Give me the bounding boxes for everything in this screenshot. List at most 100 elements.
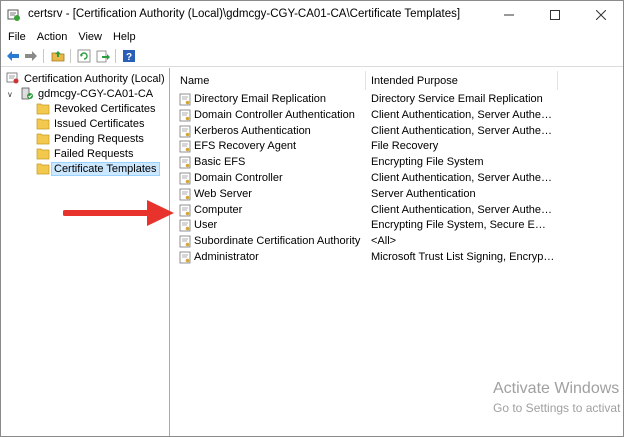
template-purpose: Server Authentication: [371, 187, 476, 200]
list-item[interactable]: Domain Controller Client Authentication,…: [173, 171, 623, 187]
column-divider[interactable]: [557, 71, 558, 90]
template-name: EFS Recovery Agent: [194, 140, 297, 153]
menu-help[interactable]: Help: [112, 31, 137, 43]
certificate-template-icon: [179, 156, 191, 169]
template-name: Web Server: [194, 187, 252, 200]
list-item[interactable]: Kerberos Authentication Client Authentic…: [173, 124, 623, 140]
template-name: Basic EFS: [194, 156, 246, 169]
red-arrow-annotation: [63, 200, 174, 226]
template-purpose: Client Authentication, Server Authentic.…: [371, 124, 555, 137]
tree-item-label: Certification Authority (Local): [24, 72, 165, 85]
tree-item-ca[interactable]: gdmcgy-CGY-CA01-CA: [20, 86, 153, 101]
menu-file[interactable]: File: [7, 31, 27, 43]
help-icon: ?: [123, 50, 135, 63]
template-purpose: Encrypting File System, Secure Email, Cl…: [371, 219, 555, 232]
column-header-intended-purpose[interactable]: Intended Purpose: [371, 71, 458, 90]
back-arrow-icon: [7, 51, 19, 61]
certificate-template-icon: [179, 251, 191, 264]
certificate-template-icon: [179, 125, 191, 137]
certificate-template-icon: [179, 219, 191, 232]
toolbar-separator: [43, 49, 44, 63]
list-item[interactable]: Domain Controller Authentication Client …: [173, 108, 623, 124]
refresh-button[interactable]: [76, 48, 92, 64]
console-tree: Certification Authority (Local) ∨ gdmcgy…: [1, 68, 170, 436]
tree-item-label: Failed Requests: [54, 147, 134, 160]
tree-item-certificate-templates[interactable]: Certificate Templates: [36, 161, 160, 176]
export-list-icon: [96, 50, 110, 63]
template-name: Subordinate Certification Authority: [194, 235, 361, 248]
list-item[interactable]: Subordinate Certification Authority <All…: [173, 234, 623, 250]
export-list-button[interactable]: [95, 48, 111, 64]
minimize-button[interactable]: [487, 1, 531, 29]
close-button[interactable]: [579, 1, 623, 29]
template-name: Computer: [194, 203, 243, 216]
list-item[interactable]: User Encrypting File System, Secure Emai…: [173, 218, 623, 234]
menu-view[interactable]: View: [77, 31, 103, 43]
tree-item-failed-requests[interactable]: Failed Requests: [36, 146, 134, 161]
folder-icon: [36, 133, 50, 145]
forward-button[interactable]: [23, 48, 39, 64]
folder-icon: [36, 163, 50, 175]
template-purpose: Microsoft Trust List Signing, Encrypting…: [371, 251, 555, 263]
tree-item-root[interactable]: Certification Authority (Local): [6, 71, 165, 86]
forward-arrow-icon: [25, 51, 37, 61]
list-item[interactable]: Web Server Server Authentication: [173, 187, 623, 203]
title-bar[interactable]: certsrv - [Certification Authority (Loca…: [1, 1, 623, 29]
menu-action[interactable]: Action: [36, 31, 69, 43]
folder-icon: [36, 118, 50, 130]
window-title: certsrv - [Certification Authority (Loca…: [28, 8, 461, 20]
column-divider[interactable]: [365, 71, 366, 90]
maximize-icon: [550, 10, 560, 20]
template-purpose: Encrypting File System: [371, 156, 484, 169]
certificate-template-icon: [179, 188, 191, 201]
list-item[interactable]: EFS Recovery Agent File Recovery: [173, 139, 623, 155]
template-name: Domain Controller Authentication: [194, 108, 355, 121]
template-purpose: Client Authentication, Server Authentic.…: [371, 108, 555, 121]
column-header-name[interactable]: Name: [180, 71, 209, 90]
minimize-icon: [504, 14, 514, 16]
tree-item-label: Issued Certificates: [54, 117, 145, 130]
tree-item-issued-certificates[interactable]: Issued Certificates: [36, 116, 144, 131]
tree-item-pending-requests[interactable]: Pending Requests: [36, 131, 144, 146]
refresh-icon: [77, 49, 91, 63]
ca-server-icon: [21, 87, 33, 100]
certificate-authority-icon: [7, 9, 20, 21]
help-button[interactable]: ?: [121, 48, 137, 64]
tree-item-label: Certificate Templates: [51, 161, 160, 176]
maximize-button[interactable]: [533, 1, 577, 29]
template-purpose: Client Authentication, Server Authentic.…: [371, 203, 555, 216]
list-item[interactable]: Administrator Microsoft Trust List Signi…: [173, 250, 623, 266]
template-purpose: Directory Service Email Replication: [371, 93, 543, 105]
list-item[interactable]: Basic EFS Encrypting File System: [173, 155, 623, 171]
up-one-level-button[interactable]: [50, 48, 66, 64]
close-icon: [596, 10, 606, 20]
template-purpose: File Recovery: [371, 140, 439, 153]
activate-windows-title: Activate Windows: [493, 380, 620, 397]
folder-icon: [36, 103, 50, 115]
certificate-template-icon: [179, 172, 191, 185]
folder-up-icon: [51, 51, 65, 62]
template-name: Domain Controller: [194, 172, 283, 184]
mmc-window: certsrv - [Certification Authority (Loca…: [0, 0, 624, 437]
tree-item-revoked-certificates[interactable]: Revoked Certificates: [36, 101, 156, 116]
certificate-template-icon: [179, 235, 191, 248]
folder-icon: [36, 148, 50, 160]
certification-authority-icon: [6, 72, 19, 84]
tree-item-label: Pending Requests: [54, 132, 144, 145]
template-purpose: <All>: [371, 235, 397, 248]
certificate-template-icon: [179, 109, 191, 122]
chevron-down-icon[interactable]: ∨: [7, 90, 16, 99]
template-purpose: Client Authentication, Server Authentic.…: [371, 172, 555, 184]
list-item[interactable]: Directory Email Replication Directory Se…: [173, 92, 623, 108]
toolbar: ?: [1, 45, 623, 67]
certificate-template-icon: [179, 204, 191, 216]
template-name: Directory Email Replication: [194, 93, 327, 105]
list-item[interactable]: Computer Client Authentication, Server A…: [173, 203, 623, 219]
tree-item-label: Revoked Certificates: [54, 102, 156, 115]
activate-windows-subtitle: Go to Settings to activat: [493, 401, 621, 415]
back-button[interactable]: [5, 48, 21, 64]
template-name: Administrator: [194, 251, 259, 263]
toolbar-separator: [115, 49, 116, 63]
template-name: User: [194, 219, 218, 232]
menu-bar: File Action View Help: [1, 29, 623, 45]
